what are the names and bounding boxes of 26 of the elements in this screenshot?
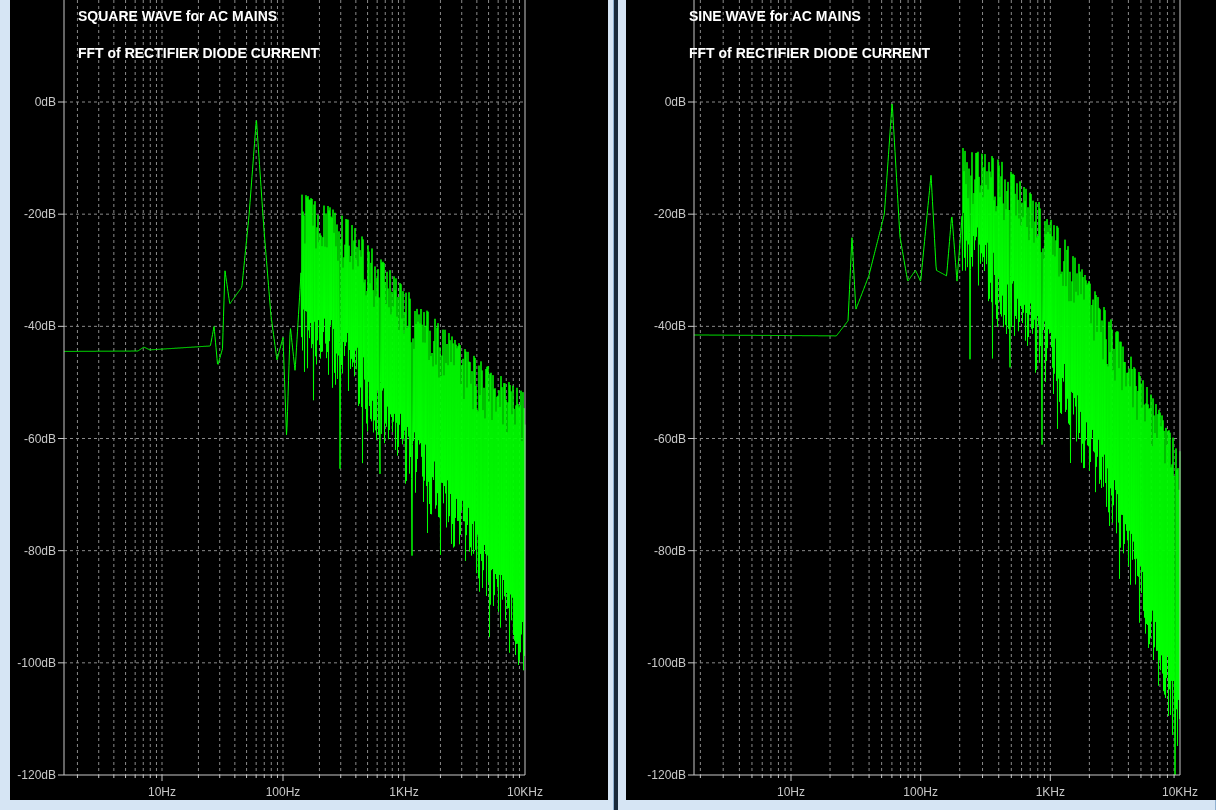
y-axis-label: -100dB [647, 655, 686, 670]
y-axis-label: 0dB [664, 95, 686, 109]
y-axis-label: -40dB [23, 319, 56, 334]
x-axis-label: 100Hz [903, 785, 938, 799]
plot-title: FFT of RECTIFIER DIODE CURRENT [78, 45, 320, 61]
x-axis-label: 10KHz [1162, 785, 1198, 799]
y-axis-label: -20dB [23, 207, 56, 222]
plot-title: SQUARE WAVE for AC MAINS [78, 8, 278, 24]
y-axis-label: -60dB [23, 431, 56, 446]
plot-title: SINE WAVE for AC MAINS [689, 8, 861, 24]
y-axis-label: -120dB [647, 768, 686, 782]
x-axis-label: 10Hz [148, 785, 176, 799]
y-axis-label: -60dB [653, 431, 686, 446]
y-axis-label: 0dB [34, 95, 56, 109]
y-axis-label: -100dB [17, 655, 56, 670]
x-axis-label: 10KHz [507, 785, 543, 799]
y-axis-label: -80dB [23, 543, 56, 558]
x-axis-label: 10Hz [777, 785, 805, 799]
y-axis-label: -80dB [653, 543, 686, 558]
y-axis-label: -40dB [653, 319, 686, 334]
x-axis-label: 1KHz [389, 785, 419, 799]
plot-title: FFT of RECTIFIER DIODE CURRENT [689, 45, 931, 61]
y-axis-label: -20dB [653, 207, 686, 222]
y-axis-label: -120dB [17, 768, 56, 782]
x-axis-label: 1KHz [1035, 785, 1065, 799]
x-axis-label: 100Hz [265, 785, 301, 799]
